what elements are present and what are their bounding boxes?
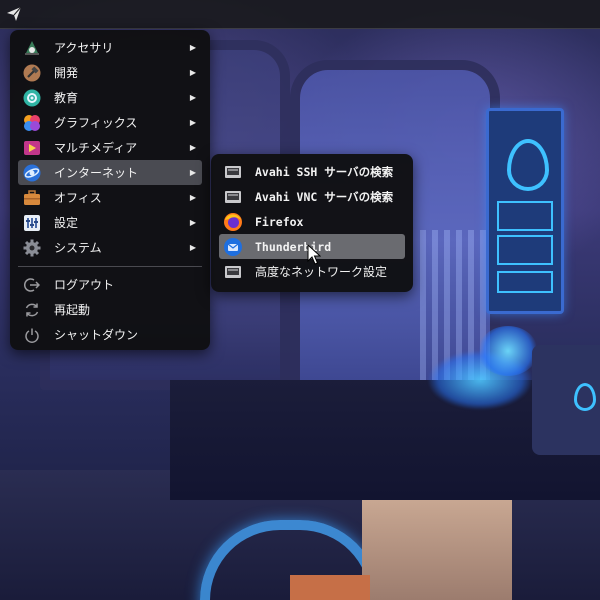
menu-item-label: アクセサリ: [54, 41, 114, 55]
education-icon: [22, 88, 42, 108]
menu-item-label: 再起動: [54, 303, 91, 317]
menu-item-accessories[interactable]: アクセサリ ▶: [18, 35, 202, 60]
menu-item-shutdown[interactable]: シャットダウン: [18, 322, 202, 347]
menu-item-label: システム: [54, 241, 102, 255]
menu-item-settings[interactable]: 設定 ▶: [18, 210, 202, 235]
submenu-arrow-icon: ▶: [189, 93, 197, 102]
firefox-icon: [223, 212, 243, 232]
menu-item-label: オフィス: [54, 191, 102, 205]
internet-submenu: Avahi SSH サーバの検索 Avahi VNC サーバの検索 Firefo…: [211, 154, 413, 292]
submenu-item-avahi-ssh[interactable]: Avahi SSH サーバの検索: [219, 159, 405, 184]
menu-item-label: シャットダウン: [54, 328, 139, 342]
menu-separator: [18, 266, 202, 267]
submenu-arrow-icon: ▶: [189, 43, 197, 52]
menu-item-system[interactable]: システム ▶: [18, 235, 202, 260]
laptop-drop-icon: [574, 383, 596, 411]
paper-plane-icon: [7, 6, 22, 21]
network-icon: [223, 162, 243, 182]
wallpaper-cat-head: [478, 326, 538, 376]
menu-item-development[interactable]: 開発 ▶: [18, 60, 202, 85]
menu-item-label: 高度なネットワーク設定: [255, 265, 388, 279]
menu-item-internet[interactable]: インターネット ▶: [18, 160, 202, 185]
application-menu: アクセサリ ▶ 開発 ▶ 教育 ▶ グラフィックス ▶ マルチメディア ▶ イン…: [10, 30, 210, 350]
shutdown-icon: [22, 325, 42, 345]
mouse-cursor-icon: [307, 244, 321, 265]
poster-box: [497, 271, 553, 293]
submenu-item-firefox[interactable]: Firefox: [219, 209, 405, 234]
network-icon: [223, 187, 243, 207]
menu-item-label: インターネット: [54, 166, 139, 180]
menu-item-label: マルチメディア: [54, 141, 138, 155]
menu-item-label: グラフィックス: [54, 116, 138, 130]
submenu-arrow-icon: ▶: [189, 68, 197, 77]
submenu-arrow-icon: ▶: [189, 193, 197, 202]
menu-item-label: 設定: [54, 216, 79, 230]
wallpaper-shopping-bag: [362, 500, 512, 600]
graphics-icon: [22, 113, 42, 133]
menu-item-multimedia[interactable]: マルチメディア ▶: [18, 135, 202, 160]
multimedia-icon: [22, 138, 42, 158]
poster-box: [497, 235, 553, 265]
menu-item-education[interactable]: 教育 ▶: [18, 85, 202, 110]
menu-item-label: Firefox: [255, 214, 304, 229]
menu-item-reboot[interactable]: 再起動: [18, 297, 202, 322]
submenu-item-avahi-vnc[interactable]: Avahi VNC サーバの検索: [219, 184, 405, 209]
poster-box: [497, 201, 553, 231]
logout-icon: [22, 275, 42, 295]
poster-drop-icon: [507, 139, 549, 191]
submenu-arrow-icon: ▶: [189, 243, 197, 252]
thunderbird-icon: [223, 237, 243, 257]
menu-item-graphics[interactable]: グラフィックス ▶: [18, 110, 202, 135]
menu-item-label: Avahi VNC サーバの検索: [255, 189, 394, 204]
menu-item-label: 教育: [54, 91, 79, 105]
network-icon: [223, 262, 243, 282]
submenu-arrow-icon: ▶: [189, 143, 197, 152]
system-icon: [22, 238, 42, 258]
settings-icon: [22, 213, 42, 233]
menu-item-label: 開発: [54, 66, 79, 80]
submenu-arrow-icon: ▶: [189, 118, 197, 127]
accessories-icon: [22, 38, 42, 58]
menu-item-logout[interactable]: ログアウト: [18, 272, 202, 297]
office-icon: [22, 188, 42, 208]
internet-icon: [22, 163, 42, 183]
menu-launcher-button[interactable]: [4, 4, 24, 24]
wallpaper-poster: [486, 108, 564, 314]
menu-item-office[interactable]: オフィス ▶: [18, 185, 202, 210]
top-panel: [0, 0, 600, 29]
menu-item-label: Thunderbird: [255, 239, 332, 254]
submenu-arrow-icon: ▶: [189, 218, 197, 227]
development-icon: [22, 63, 42, 83]
menu-item-label: Avahi SSH サーバの検索: [255, 164, 394, 179]
submenu-arrow-icon: ▶: [189, 168, 197, 177]
wallpaper-laptop: [532, 345, 600, 455]
wallpaper-box: [290, 575, 370, 600]
menu-item-label: ログアウト: [54, 278, 115, 292]
reboot-icon: [22, 300, 42, 320]
